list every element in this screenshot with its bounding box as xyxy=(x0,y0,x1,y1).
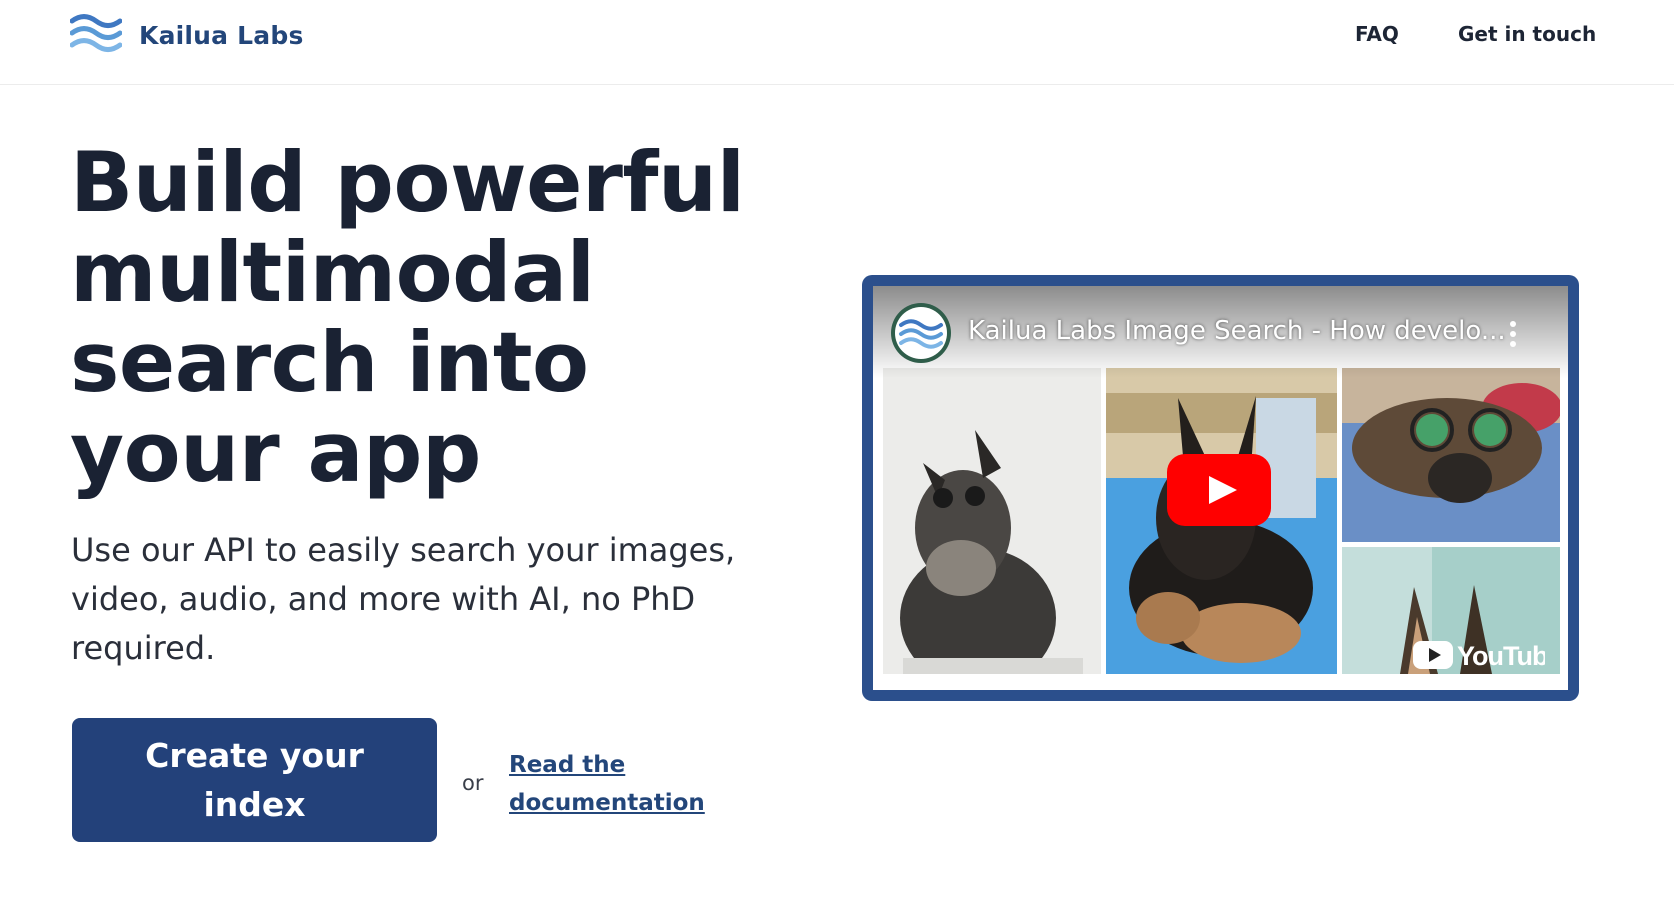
svg-text:YouTube: YouTube xyxy=(1457,641,1545,671)
youtube-play-icon[interactable] xyxy=(1167,454,1271,526)
site-header: Kailua Labs FAQ Get in touch xyxy=(0,0,1674,85)
brand-name: Kailua Labs xyxy=(139,20,304,50)
brand-logo-link[interactable]: Kailua Labs xyxy=(70,12,304,58)
read-documentation-link[interactable]: Read the documentation xyxy=(509,746,729,822)
video-title[interactable]: Kailua Labs Image Search - How develo... xyxy=(968,316,1506,346)
hero-subtext: Use our API to easily search your images… xyxy=(71,531,736,667)
nav-get-in-touch-link[interactable]: Get in touch xyxy=(1458,22,1596,46)
or-separator: or xyxy=(462,771,484,795)
youtube-video-player[interactable]: Kailua Labs Image Search - How develo...… xyxy=(873,286,1568,690)
thumbnail-dog-with-glasses-lying xyxy=(1342,368,1560,542)
video-embed-frame: Kailua Labs Image Search - How develo...… xyxy=(862,275,1579,701)
create-index-button[interactable]: Create your index xyxy=(72,718,437,842)
kailua-labs-avatar-icon[interactable] xyxy=(891,303,951,363)
nav-faq-link[interactable]: FAQ xyxy=(1355,22,1399,46)
more-vert-icon[interactable] xyxy=(1507,320,1519,348)
thumbnail-dog-with-sunglasses xyxy=(883,368,1101,674)
waves-logo-icon xyxy=(70,14,122,52)
hero-headline: Build powerful multimodal search into yo… xyxy=(70,134,745,501)
youtube-logo-icon[interactable]: YouTube xyxy=(1413,638,1545,672)
